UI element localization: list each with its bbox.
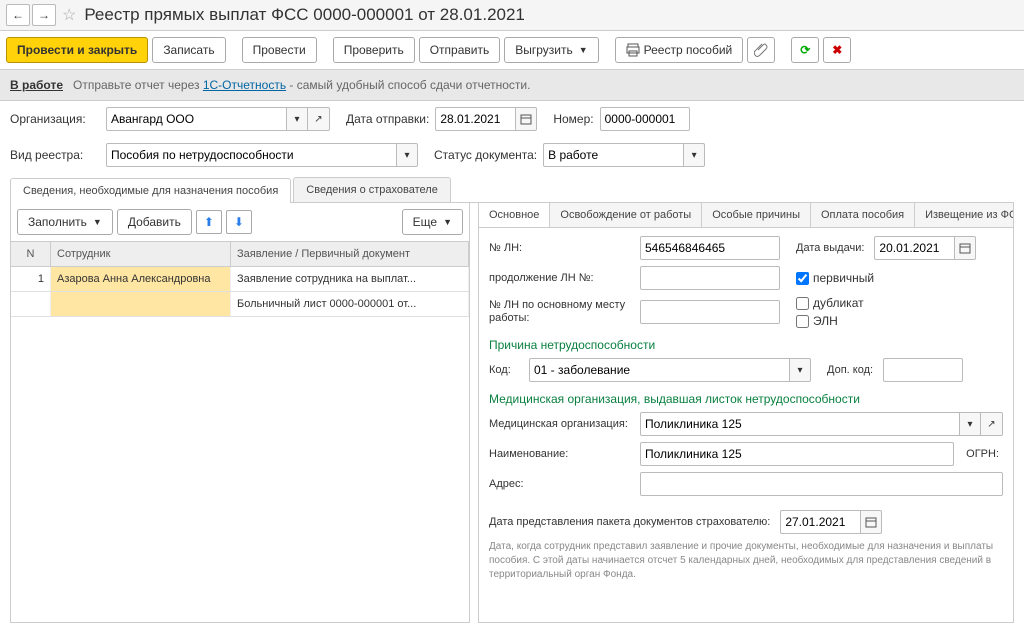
name-input[interactable] [640, 442, 954, 466]
medorg-section-title: Медицинская организация, выдавшая листок… [489, 392, 1003, 406]
address-label: Адрес: [489, 478, 634, 490]
org-open-button[interactable]: ↗ [308, 107, 330, 131]
org-input[interactable] [106, 107, 286, 131]
star-icon[interactable]: ☆ [62, 5, 76, 25]
fill-button[interactable]: Заполнить▼ [17, 209, 113, 235]
subtab-main[interactable]: Основное [479, 203, 550, 227]
submit-date-input[interactable] [780, 510, 860, 534]
close-icon: ✖ [832, 43, 842, 57]
medorg-dropdown-button[interactable]: ▾ [959, 412, 981, 436]
name-label: Наименование: [489, 448, 634, 460]
eln-checkbox[interactable] [796, 315, 809, 328]
ogrn-label: ОГРН: [966, 448, 999, 460]
check-button[interactable]: Проверить [333, 37, 415, 63]
duplicate-checkbox[interactable] [796, 297, 809, 310]
code-label: Код: [489, 364, 519, 376]
calendar-icon [959, 242, 971, 254]
continuation-input[interactable] [640, 266, 780, 290]
issue-date-calendar-button[interactable] [954, 236, 976, 260]
write-button[interactable]: Записать [152, 37, 225, 63]
issue-date-label: Дата выдачи: [796, 242, 864, 254]
status-link[interactable]: В работе [10, 78, 63, 92]
tab-benefit-info[interactable]: Сведения, необходимые для назначения пос… [10, 178, 291, 203]
type-label: Вид реестра: [10, 148, 100, 162]
number-label: Номер: [553, 112, 593, 126]
number-input[interactable] [600, 107, 690, 131]
send-date-calendar-button[interactable] [515, 107, 537, 131]
calendar-icon [520, 113, 532, 125]
col-document: Заявление / Первичный документ [231, 242, 469, 266]
more-button[interactable]: Еще▼ [402, 209, 463, 235]
refresh-button[interactable]: ⟳ [791, 37, 819, 63]
refresh-icon: ⟳ [800, 43, 810, 57]
col-employee: Сотрудник [51, 242, 231, 266]
main-ln-input[interactable] [640, 300, 780, 324]
send-date-input[interactable] [435, 107, 515, 131]
add-code-label: Доп. код: [827, 364, 873, 376]
back-button[interactable]: ← [6, 4, 30, 26]
main-ln-label: № ЛН по основному месту работы: [489, 299, 634, 325]
print-icon [626, 43, 640, 57]
primary-checkbox-label[interactable]: первичный [796, 271, 874, 285]
col-n: N [11, 242, 51, 266]
org-label: Организация: [10, 112, 100, 126]
arrow-down-icon: ⬇ [234, 215, 244, 229]
medorg-label: Медицинская организация: [489, 418, 634, 430]
duplicate-checkbox-label[interactable]: дубликат [796, 296, 864, 310]
doc-status-label: Статус документа: [434, 148, 537, 162]
send-date-label: Дата отправки: [346, 112, 429, 126]
forward-button[interactable]: → [32, 4, 56, 26]
subtab-payment[interactable]: Оплата пособия [811, 203, 915, 227]
primary-checkbox[interactable] [796, 272, 809, 285]
doc-status-dropdown-button[interactable]: ▾ [683, 143, 705, 167]
submit-date-label: Дата представления пакета документов стр… [489, 516, 770, 528]
arrow-up-icon: ⬆ [204, 215, 214, 229]
close-button[interactable]: ✖ [823, 37, 851, 63]
table-row[interactable]: Больничный лист 0000-000001 от... [11, 292, 469, 317]
move-down-button[interactable]: ⬇ [226, 210, 252, 234]
page-title: Реестр прямых выплат ФСС 0000-000001 от … [84, 5, 525, 25]
medorg-input[interactable] [640, 412, 959, 436]
tab-insurer-info[interactable]: Сведения о страхователе [293, 177, 451, 202]
ln-input[interactable] [640, 236, 780, 260]
paperclip-icon [754, 43, 768, 57]
type-input[interactable] [106, 143, 396, 167]
calendar-icon [865, 516, 877, 528]
subtab-special[interactable]: Особые причины [702, 203, 811, 227]
submit-date-calendar-button[interactable] [860, 510, 882, 534]
attach-button[interactable] [747, 37, 775, 63]
doc-status-input[interactable] [543, 143, 683, 167]
table-row[interactable]: 1 Азарова Анна Александровна Заявление с… [11, 267, 469, 292]
registry-button[interactable]: Реестр пособий [615, 37, 744, 63]
type-dropdown-button[interactable]: ▾ [396, 143, 418, 167]
reporting-link[interactable]: 1С-Отчетность [203, 78, 286, 92]
reason-section-title: Причина нетрудоспособности [489, 338, 1003, 352]
code-dropdown-button[interactable]: ▾ [789, 358, 811, 382]
subtab-exemption[interactable]: Освобождение от работы [550, 203, 702, 227]
org-dropdown-button[interactable]: ▾ [286, 107, 308, 131]
add-code-input[interactable] [883, 358, 963, 382]
export-button[interactable]: Выгрузить▼ [504, 37, 598, 63]
medorg-open-button[interactable]: ↗ [981, 412, 1003, 436]
post-button[interactable]: Провести [242, 37, 317, 63]
save-close-button[interactable]: Провести и закрыть [6, 37, 148, 63]
ln-label: № ЛН: [489, 242, 634, 254]
send-button[interactable]: Отправить [419, 37, 501, 63]
info-text: Отправьте отчет через 1С-Отчетность - са… [73, 78, 530, 92]
add-button[interactable]: Добавить [117, 209, 192, 235]
note-text: Дата, когда сотрудник представил заявлен… [489, 540, 1003, 582]
move-up-button[interactable]: ⬆ [196, 210, 222, 234]
subtab-notice[interactable]: Извещение из ФСС / От [915, 203, 1014, 227]
code-input[interactable] [529, 358, 789, 382]
address-input[interactable] [640, 472, 1003, 496]
continuation-label: продолжение ЛН №: [489, 272, 634, 284]
eln-checkbox-label[interactable]: ЭЛН [796, 314, 864, 328]
issue-date-input[interactable] [874, 236, 954, 260]
